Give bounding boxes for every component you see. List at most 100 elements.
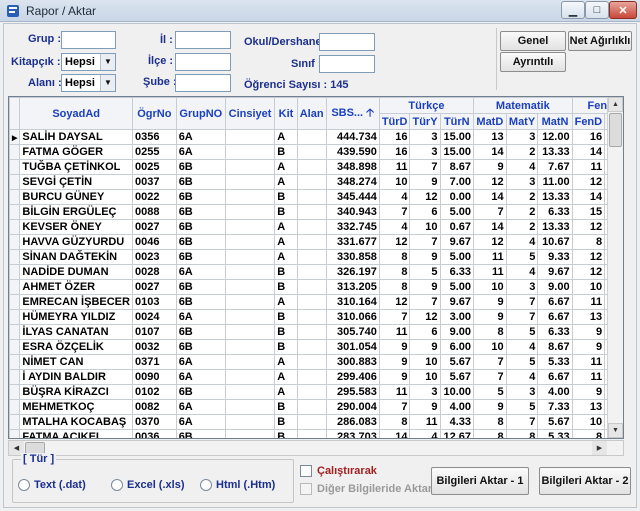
table-cell[interactable]: 6B [175,159,226,175]
radio-excel[interactable]: Excel (.xls) [111,479,184,491]
table-cell[interactable]: 0032 [131,339,177,355]
table-cell[interactable]: 6A [175,399,226,415]
table-cell[interactable]: 313.205 [325,279,380,295]
col-header-cinsiyet[interactable]: Cinsiyet [224,97,276,130]
table-cell[interactable]: 11.00 [537,174,573,190]
table-cell[interactable]: 5 [409,264,441,280]
table-cell[interactable]: 11 [571,159,606,175]
table-cell[interactable]: 4.33 [439,414,475,430]
table-cell[interactable]: 0088 [131,204,177,220]
table-cell[interactable]: A [274,384,298,400]
row-indicator[interactable] [9,369,21,385]
table-cell[interactable]: 11 [378,159,411,175]
table-cell[interactable]: 5 [505,324,539,340]
table-cell[interactable]: 8 [473,429,507,438]
table-cell[interactable]: 0037 [131,174,177,190]
table-cell[interactable]: 6.33 [537,204,573,220]
table-cell[interactable]: 9 [571,339,606,355]
table-row[interactable]: NADİDE DUMAN 0028 6A B 326.197 8 5 6.33 11 4 9.67 1… [9,264,623,280]
table-row[interactable]: MEHMETKOÇ 0082 6A B 290.004 7 9 4.00 9 5 7.33 13 [9,399,623,415]
table-cell[interactable]: 8 [473,414,507,430]
table-cell[interactable]: 6A [175,414,226,430]
table-cell[interactable] [224,339,276,355]
table-cell[interactable]: EMRECAN İŞBECER [19,294,133,310]
table-cell[interactable]: 340.943 [325,204,380,220]
table-cell[interactable]: 0371 [131,354,177,370]
minimize-button[interactable]: ▁ [561,1,585,19]
table-cell[interactable] [296,279,327,295]
table-cell[interactable]: 3 [409,129,441,145]
table-cell[interactable]: 16 [378,129,411,145]
table-cell[interactable]: 326.197 [325,264,380,280]
table-cell[interactable]: HÜMEYRA YILDIZ [19,309,133,325]
table-cell[interactable]: 7 [409,294,441,310]
table-cell[interactable]: 4 [378,189,411,205]
table-cell[interactable]: 9.67 [439,234,475,250]
table-cell[interactable]: 5 [505,249,539,265]
student-grid[interactable]: SoyadAd ÖgrNo GrupNO Cinsiyet Kit Alan S… [8,96,624,439]
vertical-scrollbar[interactable]: ▲ ▼ [607,97,623,438]
table-cell[interactable] [224,174,276,190]
table-cell[interactable]: 310.066 [325,309,380,325]
table-cell[interactable]: 12 [473,234,507,250]
table-cell[interactable] [296,189,327,205]
table-cell[interactable]: 8.67 [439,159,475,175]
col-header-soyadad[interactable]: SoyadAd [19,97,133,130]
row-indicator[interactable] [9,309,21,325]
table-cell[interactable]: 15.00 [439,129,475,145]
table-cell[interactable]: 14 [473,219,507,235]
table-cell[interactable]: A [274,354,298,370]
table-cell[interactable] [224,219,276,235]
table-cell[interactable]: 9 [409,249,441,265]
table-cell[interactable]: 8 [505,429,539,438]
table-cell[interactable]: 14 [473,144,507,160]
table-cell[interactable]: 0.67 [439,219,475,235]
table-cell[interactable] [224,309,276,325]
row-indicator[interactable] [9,339,21,355]
table-cell[interactable] [224,384,276,400]
table-cell[interactable]: 310.164 [325,294,380,310]
radio-text[interactable]: Text (.dat) [18,479,86,491]
table-row[interactable]: TUĞBA ÇETİNKOL 0025 6B A 348.898 11 7 8.67 9 4 7.6… [9,159,623,175]
table-cell[interactable]: 5.67 [439,354,475,370]
table-cell[interactable]: 10 [571,414,606,430]
radio-circle-icon[interactable] [200,479,212,491]
table-cell[interactable]: 13 [571,399,606,415]
table-cell[interactable]: 7 [378,204,411,220]
table-cell[interactable] [224,414,276,430]
row-indicator[interactable] [9,204,21,220]
table-cell[interactable]: 0022 [131,189,177,205]
row-indicator[interactable] [9,249,21,265]
col-header-sbs[interactable]: SBS... 🡡 [325,97,380,130]
table-cell[interactable]: 0046 [131,234,177,250]
table-cell[interactable]: 330.858 [325,249,380,265]
table-cell[interactable]: 11 [378,324,411,340]
table-cell[interactable]: 4 [505,369,539,385]
table-cell[interactable]: B [274,399,298,415]
table-cell[interactable]: 345.444 [325,189,380,205]
table-cell[interactable]: 7 [505,309,539,325]
row-indicator[interactable] [9,234,21,250]
table-cell[interactable] [224,264,276,280]
table-cell[interactable]: 7 [473,204,507,220]
table-cell[interactable]: 290.004 [325,399,380,415]
table-cell[interactable]: 0255 [131,144,177,160]
table-cell[interactable]: 9 [473,159,507,175]
table-cell[interactable]: 13.33 [537,189,573,205]
table-cell[interactable] [296,174,327,190]
table-cell[interactable]: 4 [505,264,539,280]
table-row[interactable]: KEVSER ÖNEY 0027 6B A 332.745 4 10 0.67 14 2 13.33… [9,219,623,235]
table-cell[interactable]: B [274,414,298,430]
table-cell[interactable]: 8 [378,249,411,265]
table-cell[interactable]: A [274,249,298,265]
table-cell[interactable]: 6.67 [537,294,573,310]
table-cell[interactable]: 8.67 [537,339,573,355]
col-header-fend[interactable]: FenD [571,113,606,130]
table-cell[interactable]: 11 [378,384,411,400]
table-cell[interactable] [296,429,327,438]
table-cell[interactable]: 12 [378,294,411,310]
table-cell[interactable]: 0025 [131,159,177,175]
table-cell[interactable]: 12 [409,309,441,325]
table-cell[interactable] [224,159,276,175]
table-cell[interactable] [296,399,327,415]
